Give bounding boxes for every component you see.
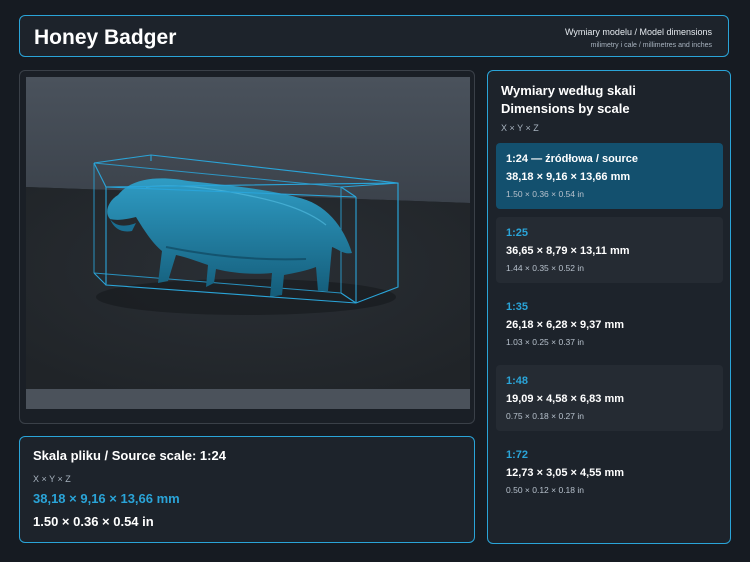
- scale-dimensions-panel: Wymiary według skali Dimensions by scale…: [487, 70, 731, 544]
- scale-row-1-48[interactable]: 1:48 19,09 × 4,58 × 6,83 mm 0.75 × 0.18 …: [496, 365, 723, 431]
- source-scale-card: Skala pliku / Source scale: 1:24 X × Y ×…: [19, 436, 475, 543]
- scale-label: 1:48: [506, 375, 529, 387]
- scale-dimensions-mm: 26,18 × 6,28 × 9,37 mm: [506, 319, 625, 331]
- scale-dimensions-mm: 36,65 × 8,79 × 13,11 mm: [506, 245, 630, 257]
- model-viewer[interactable]: [19, 70, 475, 424]
- scale-row-1-35[interactable]: 1:35 26,18 × 6,28 × 9,37 mm 1.03 × 0.25 …: [496, 291, 723, 357]
- scale-label: 1:72: [506, 449, 529, 461]
- axis-label: X × Y × Z: [33, 474, 71, 484]
- scale-label: 1:24 — źródłowa / source: [506, 153, 639, 165]
- scale-row-1-72[interactable]: 1:72 12,73 × 3,05 × 4,55 mm 0.50 × 0.12 …: [496, 439, 723, 505]
- scale-dimensions-inches: 0.75 × 0.18 × 0.27 in: [506, 411, 584, 421]
- axis-label: X × Y × Z: [501, 123, 539, 133]
- scale-row-1-24[interactable]: 1:24 — źródłowa / source 38,18 × 9,16 × …: [496, 143, 723, 209]
- scale-dimensions-mm: 38,18 × 9,16 × 13,66 mm: [506, 171, 631, 183]
- scales-heading-pl: Wymiary według skali: [501, 83, 636, 98]
- scales-heading-en: Dimensions by scale: [501, 101, 630, 116]
- source-dimensions-mm: 38,18 × 9,16 × 13,66 mm: [33, 491, 180, 506]
- scale-label: 1:25: [506, 227, 529, 239]
- scale-label: 1:35: [506, 301, 529, 313]
- header-units-note: milimetry i cale / millimetres and inche…: [590, 42, 712, 49]
- scale-dimensions-mm: 12,73 × 3,05 × 4,55 mm: [506, 467, 625, 479]
- scale-dimensions-inches: 1.03 × 0.25 × 0.37 in: [506, 337, 584, 347]
- scale-row-1-25[interactable]: 1:25 36,65 × 8,79 × 13,11 mm 1.44 × 0.35…: [496, 217, 723, 283]
- model-render[interactable]: [26, 77, 470, 409]
- source-scale-heading: Skala pliku / Source scale: 1:24: [33, 448, 226, 463]
- header-bar: Honey Badger Wymiary modelu / Model dime…: [19, 15, 729, 57]
- header-subtitle: Wymiary modelu / Model dimensions: [565, 27, 712, 37]
- scale-dimensions-inches: 0.50 × 0.12 × 0.18 in: [506, 485, 584, 495]
- source-dimensions-inches: 1.50 × 0.36 × 0.54 in: [33, 514, 154, 529]
- scene-wall: [26, 77, 470, 203]
- scale-dimensions-inches: 1.50 × 0.36 × 0.54 in: [506, 189, 584, 199]
- scene-base-strip: [26, 389, 470, 409]
- scale-dimensions-mm: 19,09 × 4,58 × 6,83 mm: [506, 393, 625, 405]
- model-title: Honey Badger: [34, 26, 177, 49]
- model-shadow: [96, 279, 396, 315]
- scale-dimensions-inches: 1.44 × 0.35 × 0.52 in: [506, 263, 584, 273]
